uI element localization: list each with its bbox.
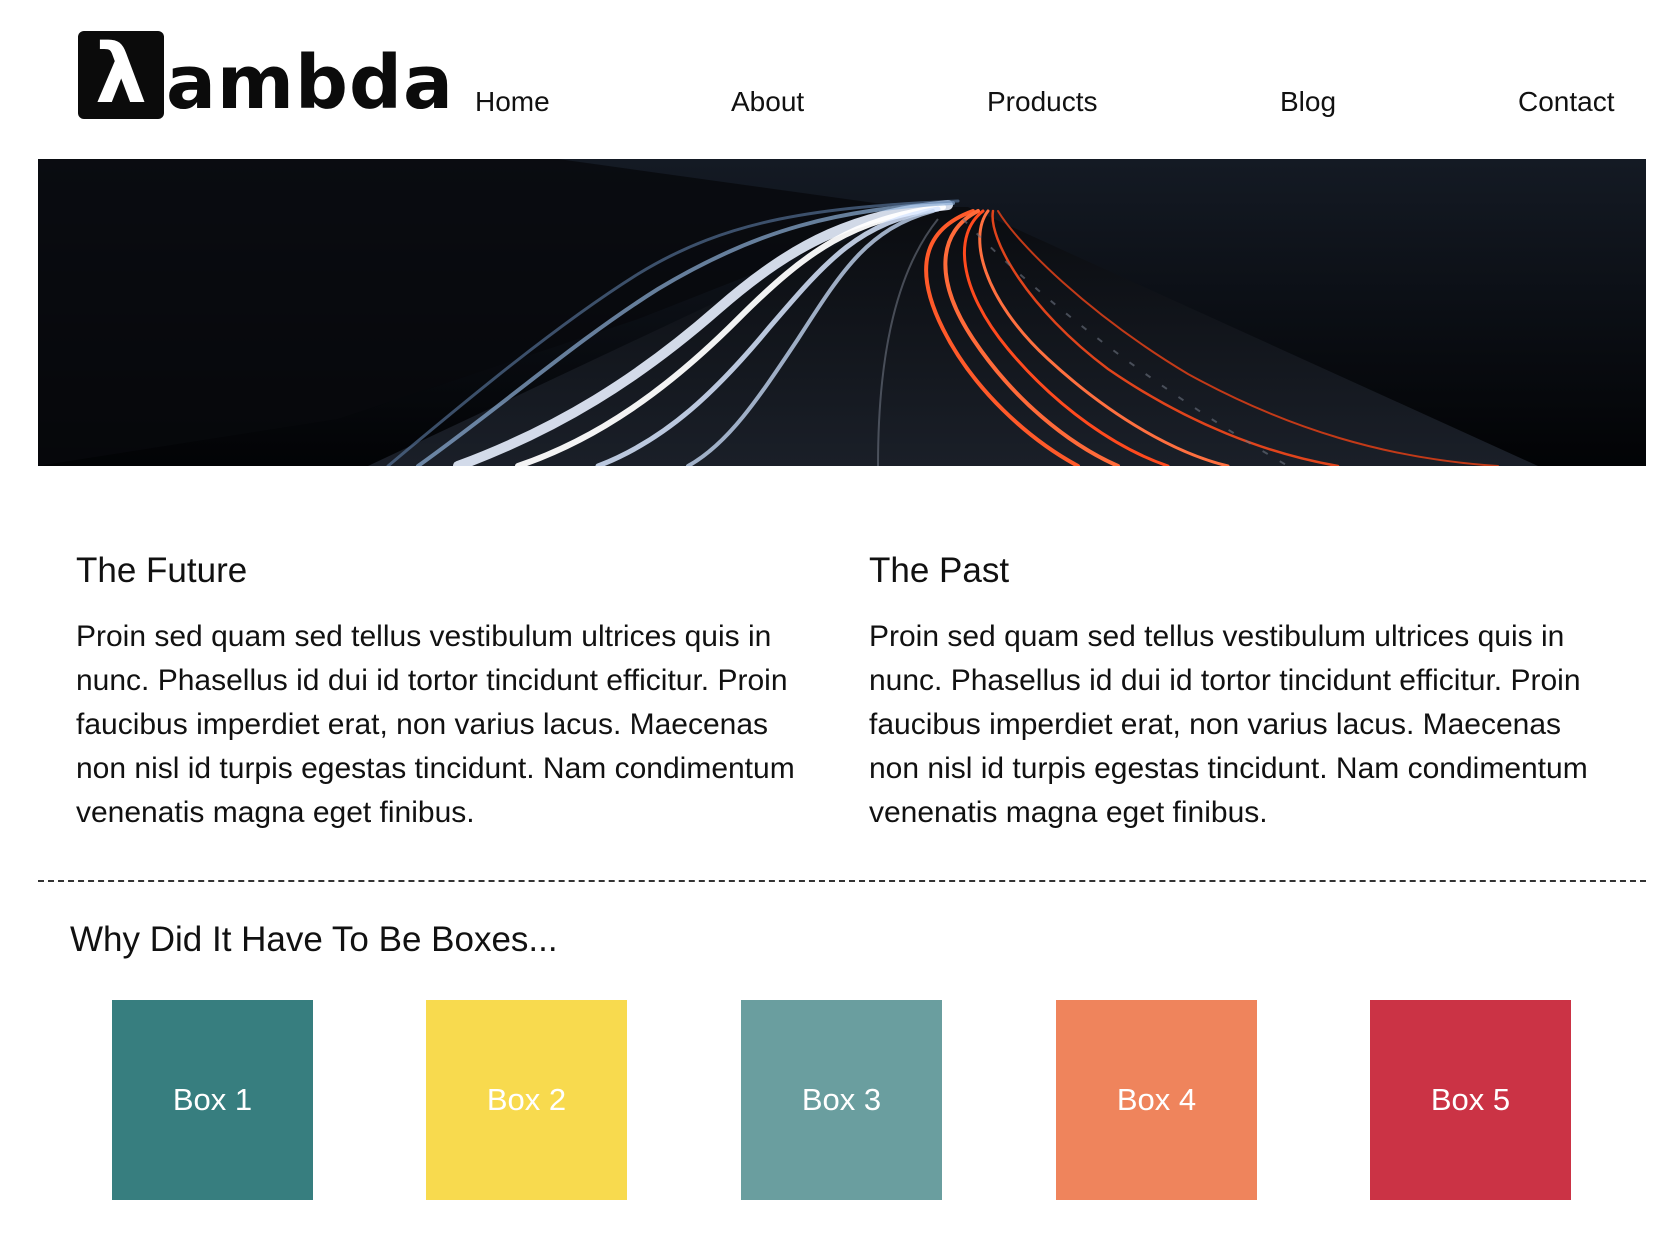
box-2: Box 2	[426, 1000, 627, 1200]
nav-blog-link[interactable]: Blog	[1280, 86, 1336, 118]
box-2-label: Box 2	[486, 1082, 567, 1117]
hero-banner-image	[38, 159, 1646, 466]
box-3: Box 3	[741, 1000, 942, 1200]
box-1: Box 1	[112, 1000, 313, 1200]
box-4-label: Box 4	[1116, 1082, 1197, 1117]
highway-light-trails-graphic	[38, 159, 1646, 466]
box-3-label: Box 3	[801, 1082, 882, 1117]
future-body-text: Proin sed quam sed tellus vestibulum ult…	[76, 620, 795, 829]
future-column: The Future Proin sed quam sed tellus ves…	[76, 545, 821, 835]
box-4: Box 4	[1056, 1000, 1257, 1200]
box-5-label: Box 5	[1430, 1082, 1511, 1117]
boxes-section-heading: Why Did It Have To Be Boxes...	[70, 920, 558, 959]
nav-contact-link[interactable]: Contact	[1518, 86, 1615, 118]
past-body-text: Proin sed quam sed tellus vestibulum ult…	[869, 620, 1588, 829]
section-divider	[38, 880, 1646, 882]
nav-about-link[interactable]: About	[731, 86, 804, 118]
future-heading: The Future	[76, 551, 248, 590]
box-5: Box 5	[1370, 1000, 1571, 1200]
main-navigation: Home About Products Blog Contact	[0, 86, 1678, 126]
box-1-label: Box 1	[172, 1082, 253, 1117]
nav-home-link[interactable]: Home	[475, 86, 550, 118]
nav-products-link[interactable]: Products	[987, 86, 1098, 118]
past-column: The Past Proin sed quam sed tellus vesti…	[869, 545, 1614, 835]
past-heading: The Past	[869, 551, 1010, 590]
